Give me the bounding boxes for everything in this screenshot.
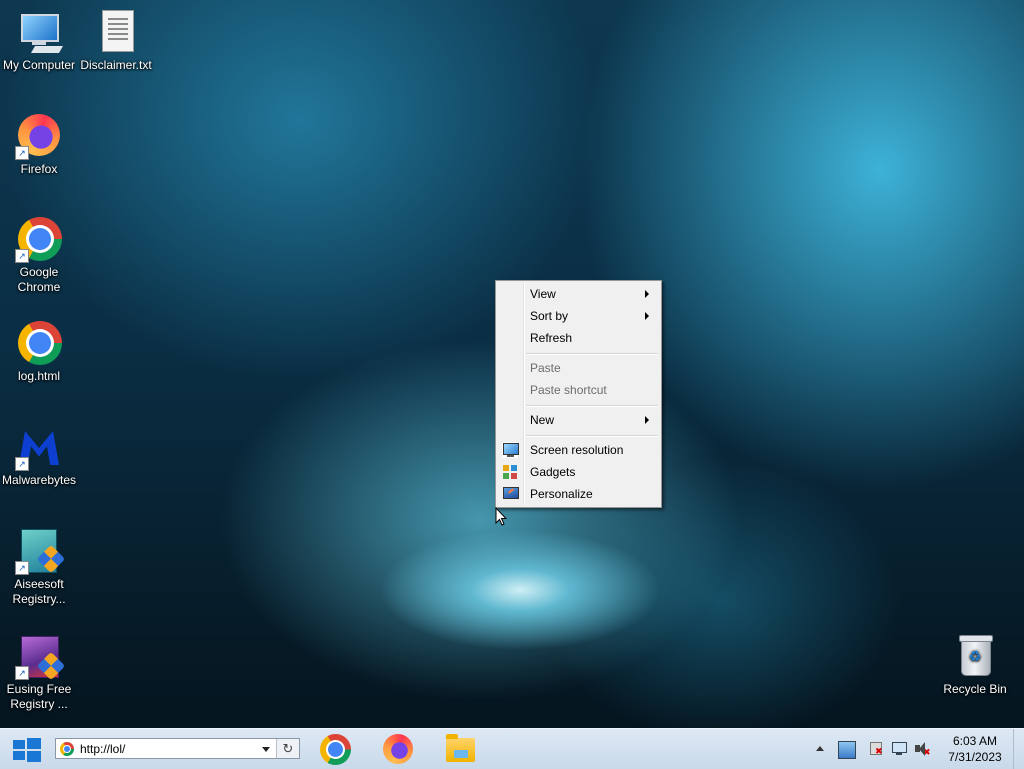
- desktop-icon-my-computer[interactable]: My Computer: [1, 8, 77, 73]
- firefox-icon: ↗: [15, 112, 63, 160]
- personalize-icon: [502, 486, 519, 502]
- submenu-arrow-icon: [645, 290, 649, 298]
- chrome-icon: [60, 742, 74, 756]
- volume-muted-icon[interactable]: ✖: [914, 741, 931, 757]
- menu-item-label: Personalize: [530, 487, 593, 501]
- menu-separator: [526, 405, 658, 407]
- menu-item-new[interactable]: New: [498, 409, 659, 431]
- submenu-arrow-icon: [645, 416, 649, 424]
- chrome-icon: [320, 734, 351, 765]
- folder-icon: [446, 734, 475, 762]
- firefox-icon: [383, 734, 413, 764]
- address-input[interactable]: http://lol/: [80, 739, 125, 760]
- desktop-icon-firefox[interactable]: ↗ Firefox: [1, 112, 77, 177]
- desktop-icon-eusing-registry[interactable]: ↗ Eusing Free Registry ...: [1, 632, 77, 712]
- shortcut-arrow-icon: ↗: [15, 457, 29, 471]
- refresh-button[interactable]: ↻: [276, 739, 299, 758]
- show-desktop-button[interactable]: [1013, 729, 1024, 769]
- taskbar-app-firefox[interactable]: [376, 732, 420, 766]
- desktop-icon-label: Recycle Bin: [943, 682, 1007, 696]
- taskbar-app-file-explorer[interactable]: [438, 732, 482, 766]
- desktop-icon-label: log.html: [17, 369, 61, 383]
- menu-item-label: Paste shortcut: [530, 383, 607, 397]
- malwarebytes-icon: ↗: [15, 423, 63, 471]
- menu-separator: [526, 353, 658, 355]
- clock-date: 7/31/2023: [948, 750, 1002, 764]
- menu-item-label: New: [530, 413, 555, 427]
- menu-item-label: Screen resolution: [530, 443, 624, 457]
- recycle-bin-icon: ♻: [951, 632, 999, 680]
- menu-item-personalize[interactable]: Personalize: [498, 483, 659, 505]
- menu-item-label: Refresh: [530, 331, 573, 345]
- taskbar-app-chrome[interactable]: [314, 732, 358, 766]
- action-center-icon[interactable]: [838, 741, 856, 759]
- screen-resolution-icon: [502, 442, 519, 458]
- menu-item-gadgets[interactable]: Gadgets: [498, 461, 659, 483]
- desktop-icon-label: Malwarebytes: [1, 473, 77, 487]
- taskbar: http://lol/ ↻ ✖ 6:03 AM 7/31/2023: [0, 728, 1024, 769]
- menu-item-label: Gadgets: [530, 465, 576, 479]
- desktop-icon-recycle-bin[interactable]: ♻ Recycle Bin: [937, 632, 1013, 697]
- menu-item-sort-by[interactable]: Sort by: [498, 305, 659, 327]
- shortcut-arrow-icon: ↗: [15, 561, 29, 575]
- menu-separator: [526, 435, 658, 437]
- clock-time: 6:03 AM: [952, 734, 998, 748]
- shortcut-arrow-icon: ↗: [15, 249, 29, 263]
- flag-error-icon[interactable]: [868, 741, 884, 757]
- dropdown-arrow-icon[interactable]: [262, 747, 270, 752]
- menu-item-paste[interactable]: Paste: [498, 357, 659, 379]
- desktop-icon-label: Disclaimer.txt: [80, 58, 152, 72]
- mouse-cursor-icon: [495, 507, 507, 526]
- computer-icon: [15, 8, 64, 56]
- network-icon[interactable]: [891, 741, 907, 757]
- clock[interactable]: 6:03 AM 7/31/2023: [935, 733, 1015, 765]
- start-button[interactable]: [11, 738, 41, 762]
- menu-item-view[interactable]: View: [498, 283, 659, 305]
- desktop-icon-google-chrome[interactable]: ↗ Google Chrome: [1, 215, 77, 295]
- desktop-icon-aiseesoft-registry[interactable]: ↗ Aiseesoft Registry...: [1, 527, 77, 607]
- show-hidden-icons-arrow-icon[interactable]: [816, 746, 824, 751]
- menu-item-label: Sort by: [530, 309, 569, 323]
- desktop-icon-disclaimer[interactable]: Disclaimer.txt: [78, 8, 154, 73]
- desktop-icon-label: Eusing Free Registry ...: [6, 682, 72, 711]
- desktop-icon-malwarebytes[interactable]: ↗ Malwarebytes: [1, 423, 77, 488]
- shortcut-arrow-icon: ↗: [15, 666, 29, 680]
- menu-item-refresh[interactable]: Refresh: [498, 327, 659, 349]
- menu-item-label: Paste: [530, 361, 561, 375]
- menu-item-label: View: [530, 287, 556, 301]
- desktop-icon-label: Aiseesoft Registry...: [12, 577, 66, 606]
- submenu-arrow-icon: [645, 312, 649, 320]
- menu-item-paste-shortcut[interactable]: Paste shortcut: [498, 379, 659, 401]
- desktop-icon-log-html[interactable]: log.html: [1, 319, 77, 384]
- shortcut-arrow-icon: ↗: [15, 146, 29, 160]
- aiseesoft-registry-icon: ↗: [15, 527, 66, 575]
- address-toolbar[interactable]: http://lol/ ↻: [55, 738, 300, 759]
- text-document-icon: [92, 8, 140, 56]
- chrome-icon: ↗: [15, 215, 63, 263]
- desktop-context-menu: View Sort by Refresh Paste Paste shortcu…: [495, 280, 662, 508]
- desktop-icon-label: Firefox: [20, 162, 58, 176]
- eusing-registry-icon: ↗: [15, 632, 66, 681]
- menu-item-screen-resolution[interactable]: Screen resolution: [498, 439, 659, 461]
- desktop-icon-label: Google Chrome: [17, 265, 61, 294]
- gadgets-icon: [502, 464, 518, 480]
- desktop-icon-label: My Computer: [2, 58, 76, 72]
- chrome-icon: [15, 319, 63, 367]
